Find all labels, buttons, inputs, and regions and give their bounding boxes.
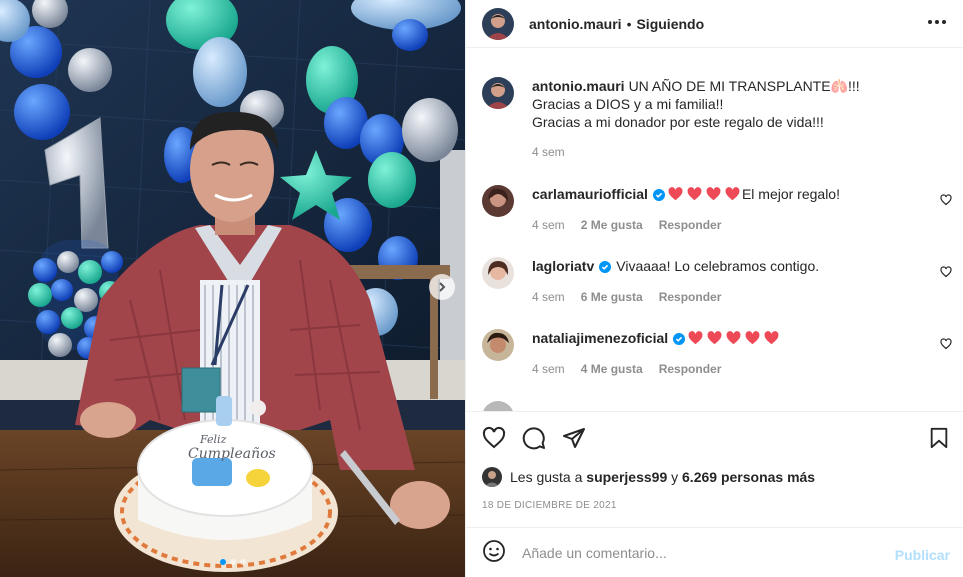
comment-username[interactable]: lagloriatv (532, 258, 594, 274)
header-separator: • (626, 15, 632, 32)
likes-count-link[interactable]: 6.269 personas más (682, 469, 815, 485)
heart-icon (940, 194, 952, 206)
reply-button[interactable]: Responder (659, 362, 722, 376)
follow-status-button[interactable]: Siguiendo (636, 16, 704, 32)
commenter-avatar[interactable] (482, 185, 514, 217)
carousel-dot (229, 559, 236, 565)
like-button[interactable] (482, 426, 506, 450)
caption-username[interactable]: antonio.mauri (532, 78, 625, 94)
instagram-post-view: Feliz Cumpleaños antonio.mauri • Siguien… (0, 0, 963, 577)
carousel-dot (219, 559, 226, 565)
caption-text: UN AÑO DE MI TRANSPLANTE🫁!!! (628, 78, 860, 94)
liker-avatar[interactable] (482, 467, 502, 487)
bookmark-icon (930, 427, 948, 449)
author-avatar[interactable] (482, 7, 514, 40)
likes-prefix: Les gusta a (510, 469, 583, 485)
comment-item: lagloriatv Vivaaaa! Lo celebramos contigo… (482, 257, 932, 304)
add-comment-bar: Publicar (466, 527, 963, 577)
reply-button[interactable]: Responder (659, 218, 722, 232)
heart-icon (482, 426, 506, 448)
post-header: antonio.mauri • Siguiendo (466, 0, 963, 48)
comment-button[interactable] (522, 426, 546, 450)
comment-time[interactable]: 4 sem (532, 290, 565, 304)
publish-button[interactable]: Publicar (895, 547, 950, 563)
caption-line: Gracias a DIOS y a mi familia!! (532, 96, 724, 112)
save-button[interactable] (928, 427, 950, 452)
comment-item-partial (482, 401, 532, 411)
author-username[interactable]: antonio.mauri (529, 16, 622, 32)
more-icon (928, 20, 932, 24)
author-avatar[interactable] (482, 77, 514, 109)
commenter-avatar[interactable] (482, 257, 514, 289)
more-options-button[interactable] (928, 14, 946, 30)
comment-item: nataliajimenezoficial 4 sem 4 Me gusta Res… (482, 329, 932, 376)
red-heart-emoji (707, 331, 722, 345)
carousel-next-button[interactable] (429, 274, 455, 300)
emoji-icon (483, 540, 505, 562)
commenter-avatar[interactable] (482, 401, 514, 411)
party-photo-illustration: Feliz Cumpleaños (0, 0, 465, 577)
likes-conjunction: y (671, 469, 679, 485)
comment-like-button[interactable] (940, 266, 952, 281)
heart-emojis (668, 187, 740, 201)
commenter-avatar[interactable] (482, 329, 514, 361)
comment-username[interactable]: carlamauriofficial (532, 186, 648, 202)
comment-item: carlamauriofficial El mejor regalo! 4 sem… (482, 185, 932, 232)
red-heart-emoji (764, 331, 779, 345)
liker-username[interactable]: superjess99 (586, 469, 667, 485)
heart-icon (940, 266, 952, 278)
post-actions-bar (466, 411, 963, 463)
red-heart-emoji (668, 187, 683, 201)
comment-like-button[interactable] (940, 194, 952, 209)
comment-username[interactable]: nataliajimenezoficial (532, 330, 668, 346)
carousel-dot (239, 559, 246, 565)
comment-text: El mejor regalo! (741, 186, 840, 202)
post-side-panel: antonio.mauri • Siguiendo antonio.mauri U… (465, 0, 963, 577)
carousel-indicator (0, 559, 465, 565)
post-date[interactable]: 18 DE DICIEMBRE DE 2021 (482, 500, 617, 511)
next-arrow-icon (439, 282, 446, 292)
post-photo[interactable]: Feliz Cumpleaños (0, 0, 465, 577)
red-heart-emoji (687, 187, 702, 201)
comment-icon (522, 426, 545, 449)
red-heart-emoji (706, 187, 721, 201)
reply-button[interactable]: Responder (659, 290, 722, 304)
comments-list[interactable]: antonio.mauri UN AÑO DE MI TRANSPLANTE🫁!!… (466, 49, 963, 411)
comment-likes[interactable]: 4 Me gusta (581, 362, 643, 376)
share-icon (563, 427, 585, 448)
comment-text: Vivaaaa! Lo celebramos contigo. (616, 258, 820, 274)
likes-summary: Les gusta a superjess99 y 6.269 personas… (482, 467, 815, 487)
comment-input[interactable] (522, 544, 882, 561)
red-heart-emoji (726, 331, 741, 345)
comment-time[interactable]: 4 sem (532, 218, 565, 232)
comment-likes[interactable]: 2 Me gusta (581, 218, 643, 232)
emoji-button[interactable] (482, 539, 506, 566)
caption-line: Gracias a mi donador por este regalo de … (532, 114, 824, 130)
verified-badge-icon (652, 187, 665, 205)
verified-badge-icon (673, 331, 686, 349)
comment-time[interactable]: 4 sem (532, 362, 565, 376)
caption-line: antonio.mauri UN AÑO DE MI TRANSPLANTE🫁!!… (532, 77, 932, 95)
comment-like-button[interactable] (940, 338, 952, 353)
verified-badge-icon (599, 259, 612, 277)
caption: antonio.mauri UN AÑO DE MI TRANSPLANTE🫁!!… (482, 77, 932, 159)
cake-text-cumpleanos: Cumpleaños (188, 446, 276, 462)
heart-emojis (688, 331, 779, 345)
red-heart-emoji (688, 331, 703, 345)
heart-icon (940, 338, 952, 350)
cake-text-feliz: Feliz (199, 433, 227, 446)
caption-time[interactable]: 4 sem (532, 145, 565, 159)
red-heart-emoji (745, 331, 760, 345)
share-button[interactable] (562, 426, 586, 450)
comment-likes[interactable]: 6 Me gusta (581, 290, 643, 304)
red-heart-emoji (725, 187, 740, 201)
